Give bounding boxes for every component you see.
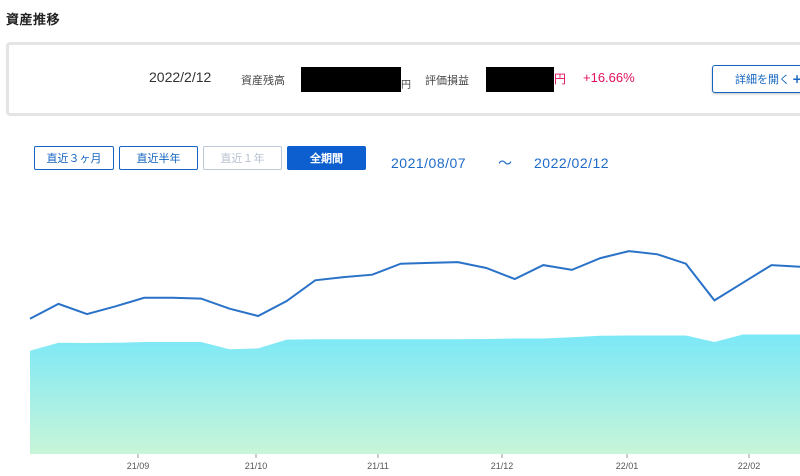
period-1-year-button: 直近１年 <box>203 146 282 170</box>
balance-value-redacted <box>301 67 401 92</box>
open-details-button[interactable]: 詳細を開く + <box>712 65 800 93</box>
period-all-button[interactable]: 全期間 <box>287 146 366 170</box>
summary-date: 2022/2/12 <box>149 69 212 85</box>
range-start-date: 2021/08/07 <box>391 155 467 171</box>
profit-loss-value-redacted <box>486 67 554 92</box>
area-series <box>30 334 800 454</box>
summary-panel: 2022/2/12 資産残高 円 評価損益 円 +16.66% 詳細を開く + <box>6 42 800 116</box>
range-separator: ～ <box>498 155 513 171</box>
x-tick-label: 21/12 <box>491 461 514 471</box>
x-tick-label: 21/10 <box>245 461 268 471</box>
period-3-months-button[interactable]: 直近３ヶ月 <box>34 146 114 170</box>
area-series-fill <box>30 334 800 454</box>
x-axis: 21/09 21/10 21/11 21/12 22/01 22/02 <box>127 454 761 471</box>
x-tick-label: 22/02 <box>738 461 761 471</box>
x-tick-label: 21/11 <box>367 461 389 471</box>
balance-unit: 円 <box>401 80 411 91</box>
plus-icon: + <box>792 72 800 86</box>
profit-loss-percent: +16.66% <box>583 70 635 85</box>
balance-label: 資産残高 <box>241 74 285 87</box>
x-tick-label: 22/01 <box>616 461 639 471</box>
page-title: 資産推移 <box>6 13 61 28</box>
line-series <box>29 250 800 320</box>
profit-loss-unit: 円 <box>554 72 567 86</box>
open-details-label: 詳細を開く <box>735 73 790 86</box>
x-tick-label: 21/09 <box>127 461 150 471</box>
line-series-path <box>29 250 800 320</box>
period-6-months-button[interactable]: 直近半年 <box>119 146 198 170</box>
profit-loss-label: 評価損益 <box>425 74 469 87</box>
range-end-date: 2022/02/12 <box>534 155 610 171</box>
asset-history-chart: 21/09 21/10 21/11 21/12 22/01 22/02 <box>29 250 800 471</box>
